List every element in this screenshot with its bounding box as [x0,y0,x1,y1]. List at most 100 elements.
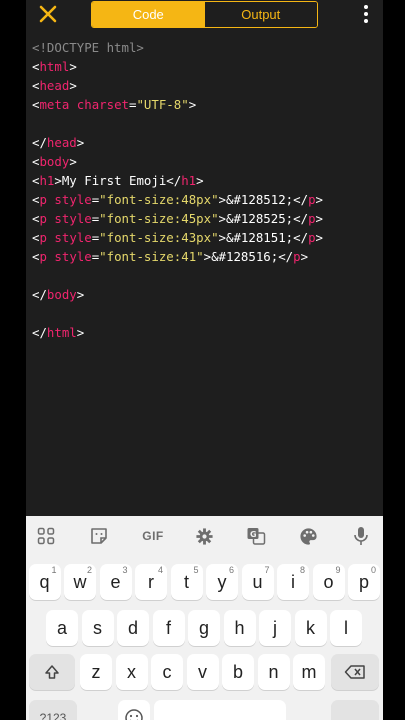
key-label: h [234,617,245,638]
code-token: "font-size:45px" [99,211,219,226]
key-a[interactable]: a [46,610,78,646]
more-options-button[interactable] [357,3,375,25]
code-token: "font-size:41" [99,249,204,264]
key-label: w [73,571,87,592]
translate-button[interactable]: G [245,525,267,547]
theme-button[interactable] [297,525,319,547]
code-line: <html> [32,57,77,76]
key-o[interactable]: o9 [312,564,345,600]
key-hint: 2 [86,565,92,575]
key-x[interactable]: x [115,654,148,690]
sticker-button[interactable] [88,525,110,547]
code-token: p [39,230,47,245]
key-label: f [165,617,171,638]
key-w[interactable]: w2 [64,564,96,600]
voice-input-button[interactable] [350,525,372,547]
emoji-key[interactable] [118,700,150,720]
key-label: p [358,571,369,592]
code-token: > [315,192,323,207]
code-token: > [76,287,85,302]
tab-output[interactable]: Output [204,2,317,27]
shift-key[interactable] [29,654,75,690]
more-vert-icon [364,5,368,23]
key-label: s [93,617,102,638]
key-label: z [91,661,101,682]
key-s[interactable]: s [81,610,114,646]
tab-code[interactable]: Code [92,2,205,27]
key-v[interactable]: v [186,654,219,690]
code-token: > [76,135,85,150]
view-toggle: Code Output [91,1,318,28]
close-icon [39,5,57,23]
key-hint: 7 [264,565,270,575]
key-j[interactable]: j [259,610,291,646]
key-label: c [162,661,172,682]
key-m[interactable]: m [293,654,325,690]
code-token: > [196,173,204,188]
code-line: <head> [32,76,77,95]
key-g[interactable]: g [188,610,220,646]
key-e[interactable]: e3 [99,564,132,600]
code-line: <body> [32,152,77,171]
code-token: head [39,78,70,93]
key-hint: 9 [335,565,341,575]
key-label: d [127,617,138,638]
key-y[interactable]: y6 [206,564,238,600]
key-label: u [252,571,263,592]
close-button[interactable] [36,2,60,26]
key-r[interactable]: r4 [135,564,167,600]
numbers-key[interactable]: ?123 [29,700,77,720]
code-token: html [46,325,77,340]
settings-button[interactable] [193,525,215,547]
code-token: head [46,135,77,150]
code-token: </ [32,287,47,302]
key-t[interactable]: t5 [170,564,203,600]
enter-key[interactable] [331,700,379,720]
code-token: "font-size:43px" [99,230,219,245]
apps-grid-icon [37,527,55,545]
code-token: meta [39,97,70,112]
key-i[interactable]: i8 [277,564,309,600]
code-token: style [46,249,92,264]
key-label: m [301,661,317,682]
code-token: html [39,59,70,74]
key-u[interactable]: u7 [241,564,274,600]
key-q[interactable]: q1 [28,564,61,600]
code-token: >My First Emoji</ [54,173,182,188]
key-p[interactable]: p0 [348,564,380,600]
code-token: p [39,192,47,207]
key-c[interactable]: c [151,654,183,690]
backspace-key[interactable] [331,654,379,690]
key-z[interactable]: z [80,654,112,690]
key-d[interactable]: d [117,610,149,646]
shift-arrow-icon [45,665,59,679]
key-l[interactable]: l [330,610,362,646]
code-line: </body> [32,285,84,304]
code-token: > [69,59,77,74]
apps-grid-button[interactable] [35,525,57,547]
space-key[interactable] [154,700,286,720]
top-bar: Code Output [26,0,383,30]
backspace-icon [344,665,365,679]
key-label: n [268,661,279,682]
key-h[interactable]: h [223,610,256,646]
key-f[interactable]: f [152,610,185,646]
gif-button[interactable]: GIF [140,525,166,547]
code-token: "UTF-8" [136,97,189,112]
key-label: a [56,617,67,638]
key-k[interactable]: k [294,610,327,646]
microphone-icon [354,527,368,545]
code-token: >&#128516;</ [203,249,294,264]
code-token: > [69,154,77,169]
code-token: h1 [181,173,197,188]
key-label: b [232,661,243,682]
code-line: <meta charset="UTF-8"> [32,95,196,114]
key-label: i [291,571,295,592]
code-token: p [308,192,316,207]
sticker-icon [91,528,107,544]
key-hint: 4 [157,565,163,575]
key-b[interactable]: b [222,654,254,690]
code-token: "font-size:48px" [99,192,219,207]
code-editor[interactable]: <!DOCTYPE html> <html> <head> <meta charset… [26,38,383,516]
key-n[interactable]: n [257,654,290,690]
